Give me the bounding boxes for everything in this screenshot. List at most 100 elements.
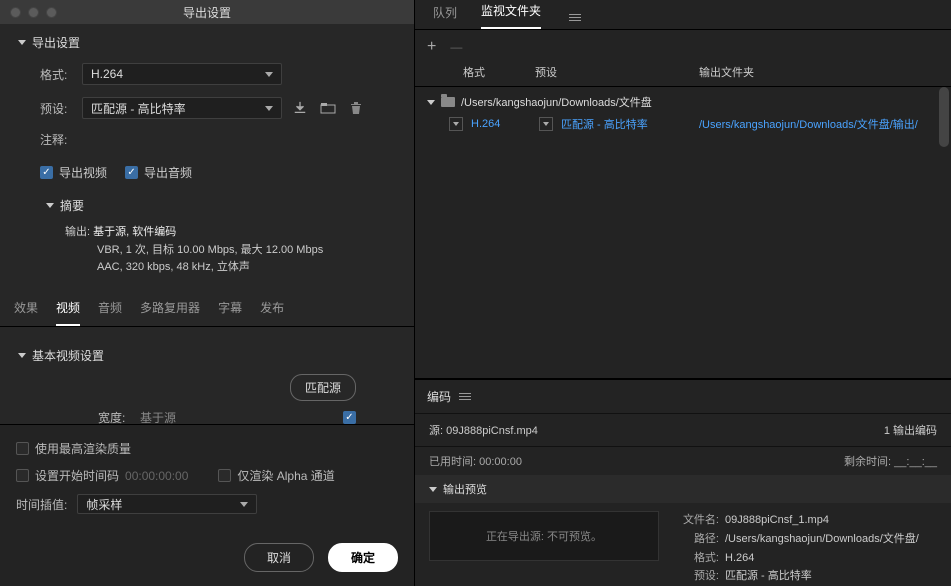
source-value: 09J888piCnsf.mp4 [446, 425, 538, 437]
remain-value: __:__:__ [894, 456, 937, 468]
encoder-tabs: 队列 监视文件夹 [415, 0, 951, 30]
preset-label: 预设: [40, 100, 74, 117]
watch-folder-path: /Users/kangshaojun/Downloads/文件盘 [461, 94, 652, 110]
format-mini-dropdown[interactable] [449, 117, 463, 131]
chevron-down-icon [265, 72, 273, 77]
tab-effects[interactable]: 效果 [14, 299, 38, 326]
encoding-header-label: 编码 [427, 388, 451, 405]
meta-file-value: 09J888piCnsf_1.mp4 [725, 514, 829, 526]
max-quality-checkbox[interactable]: 使用最高渲染质量 [16, 440, 131, 457]
summary-header-label: 摘要 [60, 197, 84, 214]
meta-path-label: 路径: [673, 530, 719, 549]
section-summary[interactable]: 摘要 [0, 187, 414, 220]
chevron-down-icon [265, 106, 273, 111]
alpha-only-checkbox[interactable]: 仅渲染 Alpha 通道 [218, 467, 334, 484]
elapsed-label: 已用时间: [429, 456, 476, 468]
export-av-row: ✓ 导出视频 ✓ 导出音频 [0, 154, 414, 187]
basic-video-label: 基本视频设置 [32, 347, 104, 364]
chevron-down-icon [240, 502, 248, 507]
encoding-panel: 编码 源: 09J888piCnsf.mp4 1 输出编码 已用时间: 00:0… [415, 378, 951, 586]
start-timecode-label: 设置开始时间码 [35, 467, 119, 484]
checkbox-icon [16, 469, 29, 482]
tab-caption[interactable]: 字幕 [218, 299, 242, 326]
section-basic-video[interactable]: 基本视频设置 [18, 341, 396, 370]
col-output-label: 输出文件夹 [699, 64, 939, 80]
panel-menu-icon[interactable] [569, 14, 581, 21]
cancel-button[interactable]: 取消 [244, 543, 314, 572]
preset-mini-dropdown[interactable] [539, 117, 553, 131]
delete-preset-icon[interactable] [346, 98, 366, 118]
watch-folder-row[interactable]: /Users/kangshaojun/Downloads/文件盘 [415, 91, 951, 113]
summary-line3: AAC, 320 kbps, 48 kHz, 立体声 [65, 259, 414, 277]
tab-video[interactable]: 视频 [56, 299, 80, 326]
export-video-checkbox[interactable]: ✓ 导出视频 [40, 164, 107, 181]
preview-thumbnail: 正在导出源: 不可预览。 [429, 511, 659, 561]
import-preset-icon[interactable] [318, 98, 338, 118]
settings-tabs: 效果 视频 音频 多路复用器 字幕 发布 [0, 287, 414, 327]
remain-label: 剩余时间: [844, 456, 891, 468]
checkmark-icon: ✓ [40, 166, 53, 179]
time-interp-label: 时间插值: [16, 496, 67, 513]
tab-queue[interactable]: 队列 [433, 4, 457, 29]
summary-line2: VBR, 1 次, 目标 10.00 Mbps, 最大 12.00 Mbps [65, 242, 414, 260]
scrollbar[interactable] [939, 87, 949, 378]
summary-output-label: 输出: [65, 226, 90, 238]
tab-publish[interactable]: 发布 [260, 299, 284, 326]
watch-item-row[interactable]: H.264 匹配源 - 高比特率 /Users/kangshaojun/Down… [415, 113, 951, 135]
preset-dropdown[interactable]: 匹配源 - 高比特率 [82, 97, 282, 119]
encoding-source-row: 源: 09J888piCnsf.mp4 1 输出编码 [415, 414, 951, 447]
watch-item-output[interactable]: /Users/kangshaojun/Downloads/文件盘/输出/ [699, 116, 939, 132]
output-preview-body: 正在导出源: 不可预览。 文件名:09J888piCnsf_1.mp4 路径:/… [415, 503, 951, 586]
encoding-header: 编码 [415, 380, 951, 414]
note-label: 注释: [40, 131, 74, 148]
export-bottom-bar: 使用最高渲染质量 设置开始时间码 00:00:00:00 仅渲染 Alpha 通… [0, 424, 414, 586]
panel-menu-icon[interactable] [459, 393, 471, 400]
scrollbar-thumb[interactable] [939, 87, 949, 147]
watch-item-format[interactable]: H.264 [471, 118, 531, 130]
summary-block: 输出: 基于源, 软件编码 VBR, 1 次, 目标 10.00 Mbps, 最… [0, 220, 414, 287]
checkmark-icon: ✓ [125, 166, 138, 179]
section-export-label: 导出设置 [32, 34, 80, 51]
remove-watch-button[interactable]: — [450, 40, 462, 54]
watch-toolbar: + — [415, 30, 951, 64]
watch-columns: 格式 预设 输出文件夹 [415, 64, 951, 87]
section-export-settings[interactable]: 导出设置 [0, 24, 414, 57]
match-source-button[interactable]: 匹配源 [290, 374, 356, 401]
format-dropdown[interactable]: H.264 [82, 63, 282, 85]
chevron-down-icon [429, 487, 437, 492]
preset-row: 预设: 匹配源 - 高比特率 [0, 91, 414, 125]
col-format-label: 格式 [427, 64, 535, 80]
add-watch-button[interactable]: + [427, 38, 436, 56]
alpha-only-label: 仅渲染 Alpha 通道 [237, 467, 334, 484]
output-preview-label: 输出预览 [443, 481, 487, 497]
chevron-down-icon [46, 203, 54, 208]
width-label: 宽度: [98, 409, 140, 424]
chevron-down-icon [427, 100, 435, 105]
save-preset-icon[interactable] [290, 98, 310, 118]
tab-watch-folder[interactable]: 监视文件夹 [481, 2, 541, 29]
format-label: 格式: [40, 66, 74, 83]
width-match-checkbox[interactable]: ✓ [343, 411, 356, 424]
tab-audio[interactable]: 音频 [98, 299, 122, 326]
watch-item-preset[interactable]: 匹配源 - 高比特率 [561, 116, 691, 132]
meta-preset-label: 预设: [673, 567, 719, 586]
output-meta-list: 文件名:09J888piCnsf_1.mp4 路径:/Users/kangsha… [673, 511, 919, 586]
format-row: 格式: H.264 [0, 57, 414, 91]
export-audio-checkbox[interactable]: ✓ 导出音频 [125, 164, 192, 181]
export-settings-dialog: 导出设置 导出设置 格式: H.264 预设: 匹配源 - 高比特率 [0, 0, 415, 586]
output-preview-header[interactable]: 输出预览 [415, 475, 951, 503]
ok-button[interactable]: 确定 [328, 543, 398, 572]
start-timecode-value: 00:00:00:00 [125, 469, 188, 483]
max-quality-label: 使用最高渲染质量 [35, 440, 131, 457]
meta-format-label: 格式: [673, 549, 719, 568]
watch-tree: /Users/kangshaojun/Downloads/文件盘 H.264 匹… [415, 87, 951, 378]
tab-mux[interactable]: 多路复用器 [140, 299, 200, 326]
elapsed-value: 00:00:00 [479, 456, 522, 468]
encoding-time-row: 已用时间: 00:00:00 剩余时间: __:__:__ [415, 447, 951, 475]
start-timecode-checkbox[interactable]: 设置开始时间码 00:00:00:00 [16, 467, 188, 484]
preview-message: 正在导出源: 不可预览。 [486, 528, 602, 544]
encoder-panel: 队列 监视文件夹 + — 格式 预设 输出文件夹 /Users/kangshao… [415, 0, 951, 586]
format-value: H.264 [91, 67, 123, 81]
checkbox-icon [218, 469, 231, 482]
time-interp-dropdown[interactable]: 帧采样 [77, 494, 257, 514]
